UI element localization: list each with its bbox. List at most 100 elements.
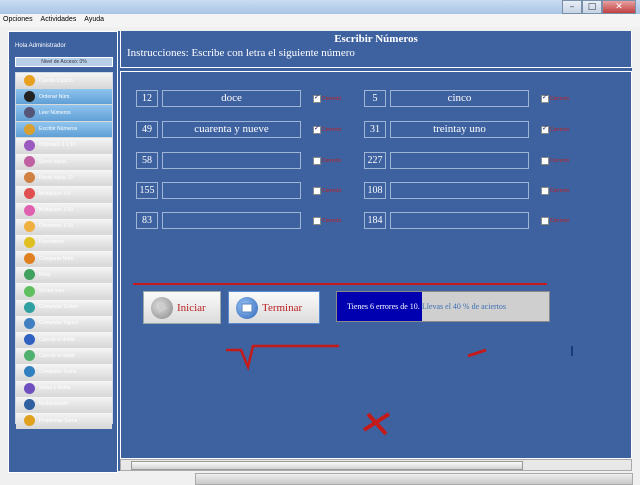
- activity-item[interactable]: Fracciones: [16, 234, 112, 252]
- activity-label: Reloj: [39, 271, 51, 278]
- correct-checkbox[interactable]: [313, 124, 321, 134]
- correct-checkbox[interactable]: [541, 187, 549, 195]
- page-title: Escribir Números: [334, 33, 418, 45]
- status-text: Tienes 6 errores de 10. Llevas el 40 % d…: [347, 302, 506, 311]
- activity-label: Comparar Núm.: [39, 255, 75, 262]
- character-icon: [24, 123, 35, 135]
- menu-opciones[interactable]: Opciones: [0, 14, 36, 25]
- answer-input-right-4[interactable]: [390, 212, 529, 229]
- correct-label: Correcto: [322, 158, 342, 164]
- correct-checkbox[interactable]: [313, 93, 321, 103]
- number-left-2: 58: [136, 152, 158, 169]
- activity-list: Cuenta Líquido Ordenar Núm. Leer Números Es…: [15, 72, 113, 430]
- activity-item[interactable]: Escribir Números: [16, 121, 112, 138]
- result-status: Tienes 6 errores de 10. Llevas el 40 % d…: [336, 291, 550, 322]
- character-icon: [24, 204, 35, 216]
- activity-item[interactable]: Cuenta Líquido: [16, 73, 112, 90]
- number-right-1: 31: [364, 121, 386, 138]
- level-badge: Nivel de Acceso: 0%: [15, 57, 113, 67]
- activity-label: Suma y Resta: [39, 385, 71, 392]
- number-right-4: 184: [364, 212, 386, 229]
- answer-input-right-0[interactable]: cinco: [390, 90, 529, 107]
- activity-item[interactable]: Suma y Resta: [16, 380, 112, 397]
- correct-label: Correcto: [322, 188, 342, 194]
- answer-input-right-1[interactable]: treintay uno: [390, 121, 529, 138]
- number-left-3: 155: [136, 182, 158, 199]
- answer-input-right-3[interactable]: [390, 182, 529, 199]
- character-icon: [24, 301, 35, 313]
- activity-label: Multiplicar 1-5: [39, 190, 71, 197]
- scrollbar-thumb[interactable]: [131, 461, 523, 470]
- correct-checkbox[interactable]: [313, 157, 321, 165]
- menu-actividades[interactable]: Actividades: [38, 14, 80, 25]
- correct-label: Correcto: [550, 158, 570, 164]
- activity-item[interactable]: Suma hasta...: [16, 153, 112, 171]
- activity-item[interactable]: Ordenar Núm.: [16, 89, 112, 106]
- correct-label: Correcto: [322, 96, 342, 102]
- correct-checkbox[interactable]: [541, 217, 549, 225]
- activity-item[interactable]: Problemas Suma: [16, 412, 112, 430]
- activity-item[interactable]: Resta hasta 10: [16, 170, 112, 187]
- activity-label: Problemas Suma: [39, 417, 78, 424]
- activity-item[interactable]: Series num.: [16, 283, 112, 300]
- minimize-button[interactable]: –: [562, 0, 582, 14]
- activity-item[interactable]: Leer Números: [16, 105, 112, 122]
- activity-label: Resta hasta 10: [39, 174, 73, 181]
- close-button[interactable]: ✕: [602, 0, 636, 14]
- activity-item[interactable]: Ordinales 1 a 10: [16, 137, 112, 154]
- activity-item[interactable]: Calcula el doble: [16, 332, 112, 349]
- correct-checkbox[interactable]: [313, 187, 321, 195]
- activity-label: Multiplicación: [39, 401, 70, 408]
- number-left-4: 83: [136, 212, 158, 229]
- horizontal-scrollbar[interactable]: [120, 459, 632, 471]
- activity-item[interactable]: Multiplicar 1-10: [16, 202, 112, 219]
- activity-item[interactable]: Calcula la mitad: [16, 348, 112, 365]
- activity-item[interactable]: Completar Figura: [16, 315, 112, 332]
- start-button[interactable]: Iniciar: [143, 291, 221, 324]
- menu-ayuda[interactable]: Ayuda: [81, 14, 107, 25]
- correct-checkbox[interactable]: [541, 157, 549, 165]
- character-icon: [24, 382, 35, 394]
- activity-label: Leer Números: [39, 109, 71, 116]
- activity-label: Ordinales 1 a 10: [39, 142, 76, 149]
- character-icon: [24, 269, 35, 281]
- feedback-marks: [226, 344, 573, 436]
- character-icon: [24, 172, 35, 184]
- correct-checkbox[interactable]: [541, 124, 549, 134]
- character-icon: [24, 75, 35, 87]
- title-bar: – □ ✕: [0, 0, 640, 14]
- answer-input-left-4[interactable]: [162, 212, 301, 229]
- character-icon: [24, 139, 35, 151]
- answer-input-left-2[interactable]: [162, 152, 301, 169]
- activity-item[interactable]: Comparar Núm.: [16, 251, 112, 268]
- activity-label: Completar Series: [39, 304, 78, 311]
- inner-scrollbar[interactable]: [195, 473, 633, 485]
- dash-mark: [467, 348, 487, 358]
- maximize-button[interactable]: □: [582, 0, 602, 14]
- play-icon: [151, 296, 173, 319]
- finish-button[interactable]: Terminar: [228, 291, 320, 324]
- character-icon: [24, 317, 35, 329]
- character-icon: [24, 415, 35, 427]
- finish-button-label: Terminar: [262, 301, 303, 314]
- number-right-2: 227: [364, 152, 386, 169]
- answer-input-left-3[interactable]: [162, 182, 301, 199]
- number-right-0: 5: [364, 90, 386, 107]
- activity-item[interactable]: Completar Suma: [16, 364, 112, 381]
- activity-label: Divisiones 1-10: [39, 223, 74, 230]
- activity-item[interactable]: Completar Series: [16, 299, 112, 316]
- answer-input-left-0[interactable]: doce: [162, 90, 301, 107]
- answer-input-right-2[interactable]: [390, 152, 529, 169]
- activity-item[interactable]: Multiplicación: [16, 396, 112, 413]
- activity-label: Multiplicar 1-10: [39, 207, 73, 214]
- answer-input-left-1[interactable]: cuarenta y nueve: [162, 121, 301, 138]
- activity-item[interactable]: Reloj: [16, 267, 112, 284]
- correct-checkbox[interactable]: [541, 93, 549, 103]
- correct-label: Correcto: [550, 96, 570, 102]
- activity-label: Completar Figura: [39, 320, 78, 327]
- character-icon: [24, 107, 35, 119]
- activity-item[interactable]: Divisiones 1-10: [16, 218, 112, 235]
- correct-checkbox[interactable]: [313, 217, 321, 225]
- character-icon: [24, 236, 35, 248]
- activity-item[interactable]: Multiplicar 1-5: [16, 186, 112, 203]
